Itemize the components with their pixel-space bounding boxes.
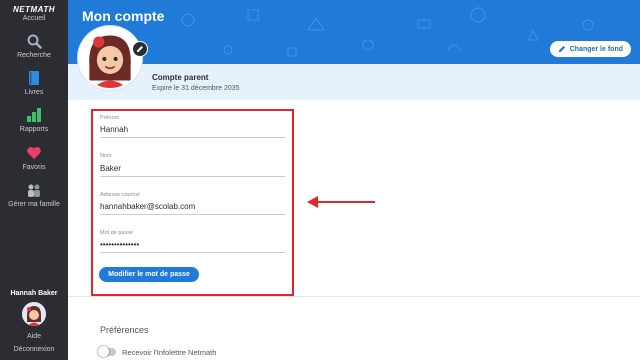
section-divider <box>68 296 640 297</box>
password-field[interactable]: •••••••••••••• <box>100 240 139 249</box>
heart-icon <box>27 147 41 159</box>
first-name-label: Prénom <box>100 115 120 121</box>
red-arrow-annotation <box>307 196 375 208</box>
sidebar-item-favoris[interactable]: Favoris <box>0 145 68 171</box>
field-underline <box>100 137 285 138</box>
preferences-heading: Préférences <box>100 325 149 335</box>
change-background-label: Changer le fond <box>569 45 623 53</box>
sidebar-item-label: Recherche <box>17 52 51 59</box>
sidebar-item-label: Livres <box>24 89 44 96</box>
family-icon <box>28 184 40 197</box>
field-underline <box>100 176 285 177</box>
last-name-label: Nom <box>100 153 112 159</box>
change-password-button[interactable]: Modifier le mot de passe <box>99 267 199 282</box>
password-label: Mot de passe <box>100 230 134 236</box>
field-underline <box>100 252 285 253</box>
field-underline <box>100 214 285 215</box>
account-expiry: Expire le 31 décembre 2035 <box>152 85 240 92</box>
help-link[interactable]: Aide <box>0 333 68 340</box>
edit-avatar-button[interactable] <box>132 41 148 57</box>
book-icon <box>29 71 39 85</box>
avatar[interactable] <box>22 302 46 326</box>
sidebar-item-recherche[interactable]: Recherche <box>0 33 68 59</box>
account-type: Compte parent <box>152 73 209 82</box>
email-field[interactable]: hannahbaker@scolab.com <box>100 202 195 211</box>
avatar-image <box>22 302 46 326</box>
newsletter-label: Recevoir l'Infolettre Netmath <box>122 348 217 357</box>
toggle-knob[interactable] <box>98 346 109 357</box>
email-label: Adresse courriel <box>100 192 140 198</box>
last-name-field[interactable]: Baker <box>100 164 121 173</box>
sidebar-item-accueil[interactable]: Accueil <box>0 15 68 22</box>
netmath-logo[interactable]: NETMATH <box>0 5 68 14</box>
bar-chart-icon <box>27 108 41 122</box>
sidebar-item-gerer-famille[interactable]: Gérer ma famille <box>0 182 68 208</box>
avatar-image <box>80 28 140 88</box>
sidebar-item-label: Favoris <box>22 164 46 171</box>
account-summary-band <box>68 64 640 100</box>
sidebar-item-rapports[interactable]: Rapports <box>0 107 68 133</box>
pencil-icon <box>137 46 143 52</box>
sidebar-user-name: Hannah Baker <box>10 290 58 297</box>
first-name-field[interactable]: Hannah <box>100 125 128 134</box>
sidebar-item-label: Gérer ma famille <box>8 201 60 208</box>
logout-link[interactable]: Déconnexion <box>0 346 68 353</box>
sidebar-item-livres[interactable]: Livres <box>0 70 68 96</box>
pencil-icon <box>558 46 565 52</box>
change-background-button[interactable]: Changer le fond <box>549 41 631 57</box>
sidebar: NETMATH Accueil Recherche Livres Rapport… <box>0 0 68 360</box>
page-header: Mon compte Changer le fond <box>68 0 640 64</box>
sidebar-item-label: Rapports <box>19 126 49 133</box>
profile-avatar[interactable] <box>78 26 142 90</box>
search-icon <box>27 34 42 49</box>
page-title: Mon compte <box>82 8 165 24</box>
